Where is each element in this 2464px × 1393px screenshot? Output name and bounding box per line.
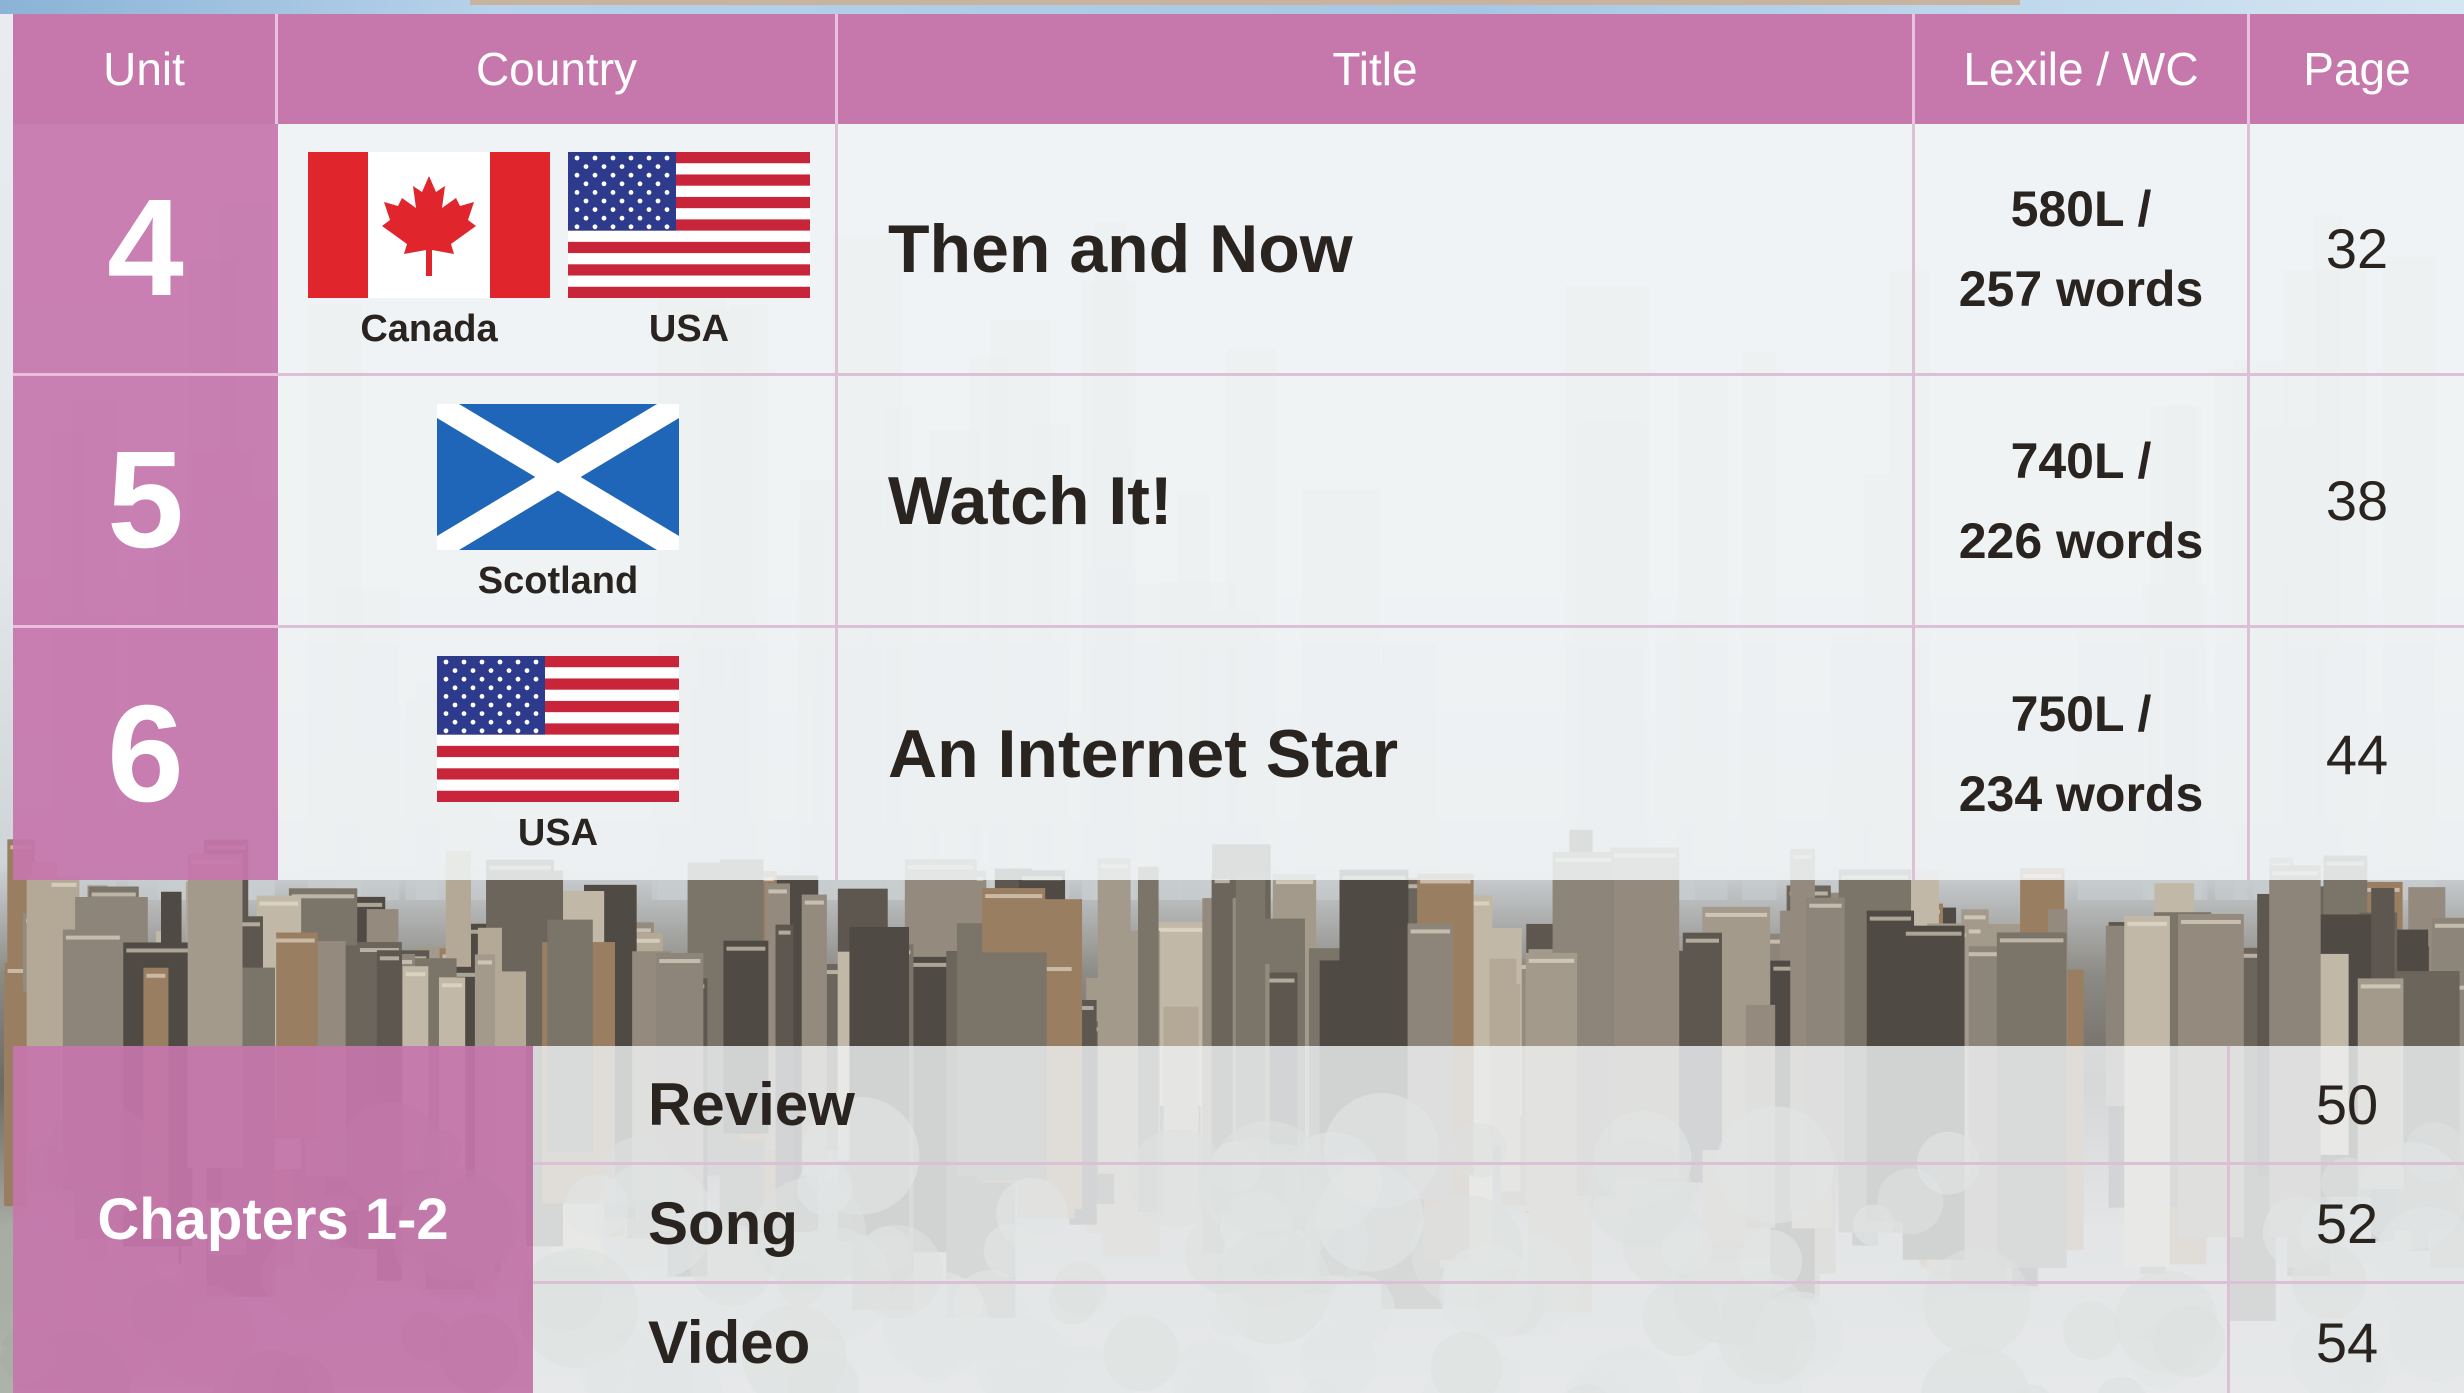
page-number: 44 [2325,722,2389,786]
page-number: 38 [2325,469,2389,532]
page-cell: 32 [2250,124,2464,376]
unit-number: 5 [13,376,278,628]
flag-label: Scotland [477,560,639,602]
chapter-item-page: 50 [2230,1046,2464,1165]
unit-title: An Internet Star [888,716,1399,792]
list-item: Song 52 [533,1165,2464,1284]
chapter-item-page: 54 [2230,1284,2464,1393]
chapters-section: Chapters 1-2 Review 50 Song 52 Video 54 [13,1046,2464,1393]
unit-title: Then and Now [888,210,1353,287]
word-count: 257 words [1958,260,2204,317]
scotland-flag-icon [437,404,679,550]
top-image-strip [0,0,2464,14]
chapter-item-name: Video [533,1284,2230,1393]
page-cell: 44 [2250,628,2464,880]
word-count: 226 words [1958,512,2204,569]
title-cell: Then and Now [838,124,1915,376]
chapter-item-page: 52 [2230,1165,2464,1284]
header-unit: Unit [13,14,278,124]
list-item: Video 54 [533,1284,2464,1393]
list-item: Review 50 [533,1046,2464,1165]
flag-label: Canada [360,308,498,350]
table-row: 4 Canada USA Then and Now 580L / 257 wor… [13,124,2464,376]
page-number: 32 [2325,217,2389,280]
canada-flag-icon [308,152,550,298]
unit-number: 6 [13,628,278,880]
lexile-level: 580L / [2010,180,2152,237]
table-row: 5 Scotland Watch It! 740L / 226 words 38 [13,376,2464,628]
country-cell: Canada USA [278,124,838,376]
country-cell: USA [278,628,838,880]
page-cell: 38 [2250,376,2464,628]
lexile-cell: 750L / 234 words [1915,628,2250,880]
country-cell: Scotland [278,376,838,628]
table-header-row: Unit Country Title Lexile / WC Page [13,14,2464,124]
chapter-item-name: Review [533,1046,2230,1165]
usa-flag-icon [568,152,810,298]
flag-label: USA [648,308,730,350]
chapters-label: Chapters 1-2 [13,1046,533,1393]
unit-number: 4 [13,124,278,376]
lexile-cell: 740L / 226 words [1915,376,2250,628]
lexile-level: 740L / [2010,432,2152,489]
usa-flag-icon [437,656,679,802]
flag-label: USA [517,812,599,854]
title-cell: An Internet Star [838,628,1915,880]
header-country: Country [278,14,838,124]
unit-title: Watch It! [888,462,1173,539]
lexile-cell: 580L / 257 words [1915,124,2250,376]
header-title: Title [838,14,1915,124]
word-count: 234 words [1958,766,2204,822]
title-cell: Watch It! [838,376,1915,628]
chapter-item-name: Song [533,1165,2230,1284]
header-lexile: Lexile / WC [1915,14,2250,124]
table-row: 6 USA An Internet Star 750L / 234 words … [13,628,2464,880]
lexile-level: 750L / [2010,686,2152,742]
header-page: Page [2250,14,2464,124]
